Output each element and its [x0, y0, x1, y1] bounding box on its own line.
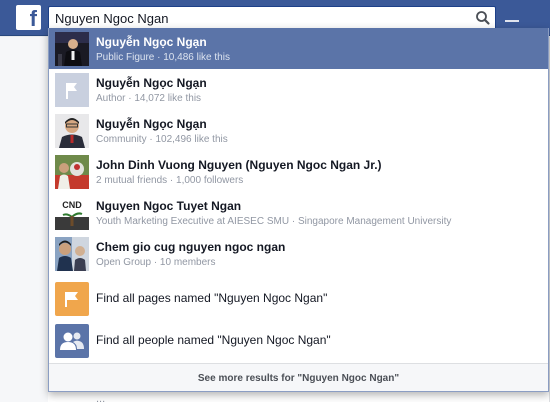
search-box[interactable]	[48, 6, 496, 30]
result-subtitle: Public Figure · 10,486 like this	[96, 52, 230, 63]
result-title: Nguyen Ngoc Tuyet Ngan	[96, 199, 242, 213]
result-thumbnail: CND	[55, 196, 89, 230]
see-more-results-link[interactable]: See more results for "Nguyen Ngoc Ngan"	[49, 373, 548, 384]
left-sidebar-strip	[0, 37, 48, 402]
search-suggestions-dropdown: Nguyễn Ngọc Ngạn Public Figure · 10,486 …	[48, 28, 549, 392]
find-all-pages-link[interactable]: Find all pages named "Nguyen Ngoc Ngan"	[96, 291, 327, 305]
facebook-logo[interactable]: f	[16, 5, 41, 30]
pages-flag-icon	[55, 282, 89, 316]
result-subtitle: Author · 14,072 like this	[96, 93, 202, 104]
search-button[interactable]	[471, 7, 495, 29]
find-pages-icon-tile	[55, 282, 89, 316]
thumbnail-logo-text: CND	[62, 200, 82, 210]
result-subtitle: Youth Marketing Executive at AIESEC SMU …	[96, 216, 452, 227]
result-subtitle: Open Group · 10 members	[96, 257, 216, 268]
result-title: Nguyễn Ngọc Ngạn	[96, 76, 207, 90]
result-title: Nguyễn Ngọc Ngạn	[96, 117, 207, 131]
result-row-person[interactable]: CND Nguyen Ngoc Tuyet Ngan Youth Marketi…	[49, 192, 548, 233]
result-thumbnail	[55, 73, 89, 107]
search-input[interactable]	[55, 9, 455, 27]
find-all-people-link[interactable]: Find all people named "Nguyen Ngoc Ngan"	[96, 333, 331, 347]
result-row-community[interactable]: Nguyễn Ngọc Ngạn Community · 102,496 lik…	[49, 110, 548, 151]
result-subtitle: 2 mutual friends · 1,000 followers	[96, 175, 244, 186]
find-all-people-row[interactable]: Find all people named "Nguyen Ngoc Ngan"	[49, 320, 548, 361]
find-people-icon-tile	[55, 324, 89, 358]
result-row-public-figure[interactable]: Nguyễn Ngọc Ngạn Public Figure · 10,486 …	[49, 28, 548, 69]
search-icon	[476, 11, 490, 25]
result-thumbnail	[55, 114, 89, 148]
see-more-results-bar[interactable]: See more results for "Nguyen Ngoc Ngan"	[49, 363, 548, 391]
result-row-author[interactable]: Nguyễn Ngọc Ngạn Author · 14,072 like th…	[49, 69, 548, 110]
find-all-pages-row[interactable]: Find all pages named "Nguyen Ngoc Ngan"	[49, 278, 548, 319]
result-title: Nguyễn Ngọc Ngạn	[96, 35, 207, 49]
result-title: John Dinh Vuong Nguyen (Nguyen Ngoc Ngan…	[96, 158, 382, 172]
people-icon	[55, 324, 89, 358]
result-subtitle: Community · 102,496 like this	[96, 134, 228, 145]
result-thumbnail	[55, 32, 89, 66]
result-row-person[interactable]: John Dinh Vuong Nguyen (Nguyen Ngoc Ngan…	[49, 151, 548, 192]
background-text: ...	[96, 393, 106, 402]
result-title: Chem gio cug nguyen ngoc ngan	[96, 240, 286, 254]
flag-icon	[55, 73, 89, 107]
result-thumbnail	[55, 237, 89, 271]
result-row-group[interactable]: Chem gio cug nguyen ngoc ngan Open Group…	[49, 233, 548, 274]
result-thumbnail	[55, 155, 89, 189]
nav-item-stub	[505, 20, 519, 22]
